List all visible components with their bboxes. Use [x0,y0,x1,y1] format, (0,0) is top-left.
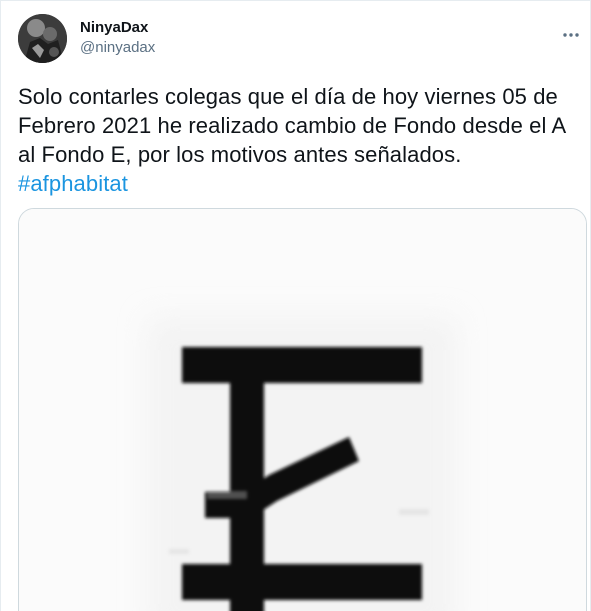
media-picture [19,209,586,611]
avatar[interactable] [18,14,67,63]
hashtag-link[interactable]: #afphabitat [18,171,128,196]
tweet-text-line: al Fondo E, por los motivos antes señala… [18,142,462,167]
avatar-image [18,14,67,63]
tweet-text-line: Febrero 2021 he realizado cambio de Fond… [18,113,567,138]
tweet-text: Solo contarles colegas que el día de hoy… [18,82,584,198]
tweet-media-image[interactable] [18,208,587,611]
tweet-text-line: Solo contarles colegas que el día de hoy… [18,84,558,109]
author-handle[interactable]: @ninyadax [80,39,155,57]
more-options-button[interactable] [557,23,585,47]
author-display-name[interactable]: NinyaDax [80,19,148,37]
more-horizontal-icon [563,33,579,37]
tweet-card: NinyaDax @ninyadax Solo contarles colega… [0,0,591,611]
